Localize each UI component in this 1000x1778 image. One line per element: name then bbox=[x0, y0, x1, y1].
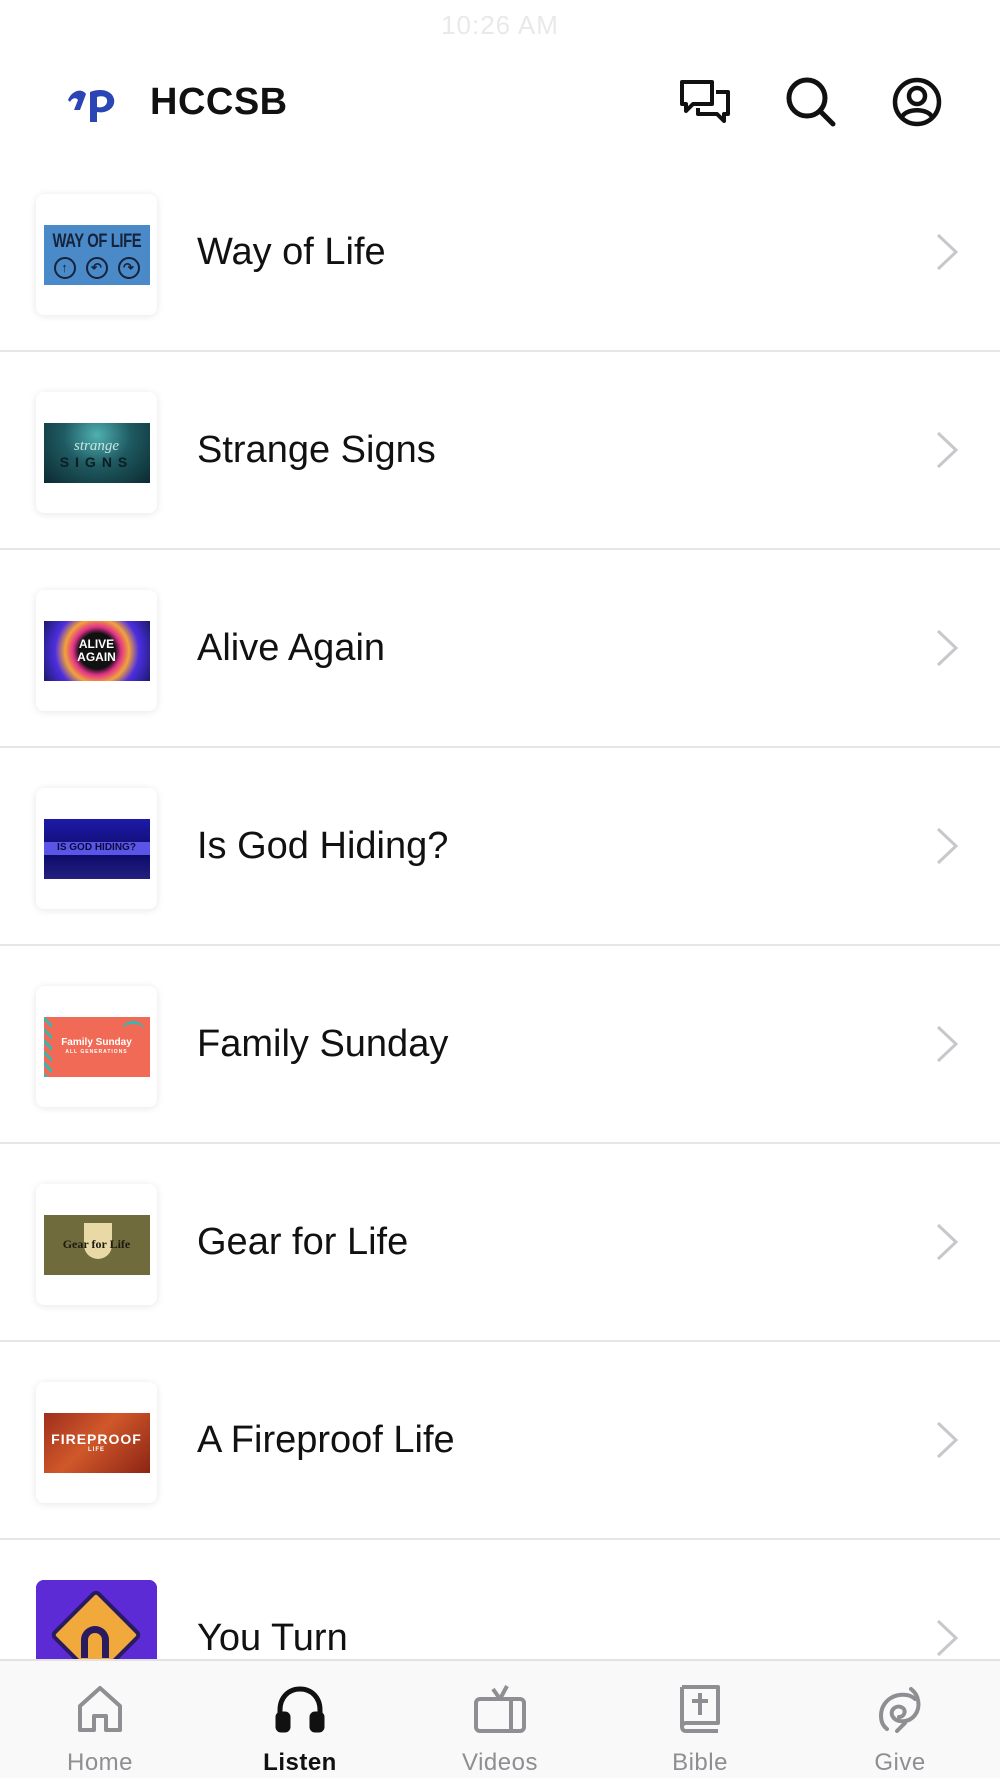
account-icon[interactable] bbox=[890, 75, 944, 129]
list-item[interactable]: Family Sunday ALL GENERATIONS Family Sun… bbox=[0, 946, 1000, 1144]
series-thumbnail: FIREPROOF LIFE bbox=[36, 1382, 157, 1503]
thumbnail-art: strange SIGNS bbox=[43, 422, 150, 483]
tab-bible[interactable]: Bible bbox=[600, 1661, 800, 1778]
app-header: HCCSB bbox=[0, 50, 1000, 154]
thumbnail-art bbox=[36, 1580, 157, 1659]
series-title: A Fireproof Life bbox=[197, 1418, 455, 1461]
series-title: Alive Again bbox=[197, 626, 386, 669]
series-title: Family Sunday bbox=[197, 1022, 449, 1065]
list-item[interactable]: FIREPROOF LIFE A Fireproof Life bbox=[0, 1342, 1000, 1540]
home-icon bbox=[72, 1681, 128, 1737]
headphones-icon bbox=[272, 1681, 328, 1737]
u-turn-icon bbox=[81, 1626, 109, 1658]
series-thumbnail: strange SIGNS bbox=[36, 392, 157, 513]
chevron-right-icon bbox=[936, 233, 959, 271]
list-item[interactable]: WAY OF LIFE ↑ ↶ ↷ Way of Life bbox=[0, 154, 1000, 352]
list-item[interactable]: IS GOD HIDING? Is God Hiding? bbox=[0, 748, 1000, 946]
series-title: You Turn bbox=[197, 1616, 348, 1659]
series-list: WAY OF LIFE ↑ ↶ ↷ Way of Life strange SI… bbox=[0, 154, 1000, 1659]
bible-icon bbox=[672, 1681, 728, 1737]
status-bar: 10:26 AM bbox=[0, 0, 1000, 50]
series-thumbnail bbox=[36, 1580, 157, 1659]
thumbnail-art: IS GOD HIDING? bbox=[43, 818, 150, 879]
listen-screen: 10:26 AM HCCSB WAY OF LIFE ↑ ↶ ↷ Way of … bbox=[0, 0, 1000, 1778]
list-item[interactable]: Gear for Life Gear for Life bbox=[0, 1144, 1000, 1342]
list-item[interactable]: ALIVE AGAIN Alive Again bbox=[0, 550, 1000, 748]
tab-give[interactable]: Give bbox=[800, 1661, 1000, 1778]
series-thumbnail: IS GOD HIDING? bbox=[36, 788, 157, 909]
series-title: Is God Hiding? bbox=[197, 824, 449, 867]
chat-icon[interactable] bbox=[678, 75, 732, 129]
chevron-right-icon bbox=[936, 1619, 959, 1657]
series-thumbnail: WAY OF LIFE ↑ ↶ ↷ bbox=[36, 194, 157, 315]
tab-bar: Home Listen Videos Bible Give bbox=[0, 1659, 1000, 1778]
church-logo-icon bbox=[68, 90, 115, 122]
tv-icon bbox=[472, 1681, 528, 1737]
chevron-right-icon bbox=[936, 827, 959, 865]
header-actions bbox=[678, 75, 944, 129]
list-item[interactable]: You Turn bbox=[0, 1540, 1000, 1659]
thumbnail-art: ALIVE AGAIN bbox=[43, 620, 150, 681]
series-thumbnail: ALIVE AGAIN bbox=[36, 590, 157, 711]
give-icon bbox=[872, 1681, 928, 1737]
tab-listen[interactable]: Listen bbox=[200, 1661, 400, 1778]
thumbnail-art: Gear for Life bbox=[43, 1214, 150, 1275]
series-thumbnail: Family Sunday ALL GENERATIONS bbox=[36, 986, 157, 1107]
chevron-right-icon bbox=[936, 1223, 959, 1261]
thumbnail-art: FIREPROOF LIFE bbox=[43, 1412, 150, 1473]
list-item[interactable]: strange SIGNS Strange Signs bbox=[0, 352, 1000, 550]
app-title: HCCSB bbox=[150, 80, 288, 123]
series-title: Gear for Life bbox=[197, 1220, 409, 1263]
chevron-right-icon bbox=[936, 1025, 959, 1063]
series-title: Way of Life bbox=[197, 230, 386, 273]
chevron-right-icon bbox=[936, 629, 959, 667]
series-title: Strange Signs bbox=[197, 428, 436, 471]
chevron-right-icon bbox=[936, 1421, 959, 1459]
series-thumbnail: Gear for Life bbox=[36, 1184, 157, 1305]
thumbnail-art: WAY OF LIFE ↑ ↶ ↷ bbox=[43, 224, 150, 285]
thumbnail-art: Family Sunday ALL GENERATIONS bbox=[43, 1016, 150, 1077]
tab-videos[interactable]: Videos bbox=[400, 1661, 600, 1778]
status-time: 10:26 AM bbox=[441, 9, 559, 40]
search-icon[interactable] bbox=[784, 75, 838, 129]
tab-home[interactable]: Home bbox=[0, 1661, 200, 1778]
chevron-right-icon bbox=[936, 431, 959, 469]
